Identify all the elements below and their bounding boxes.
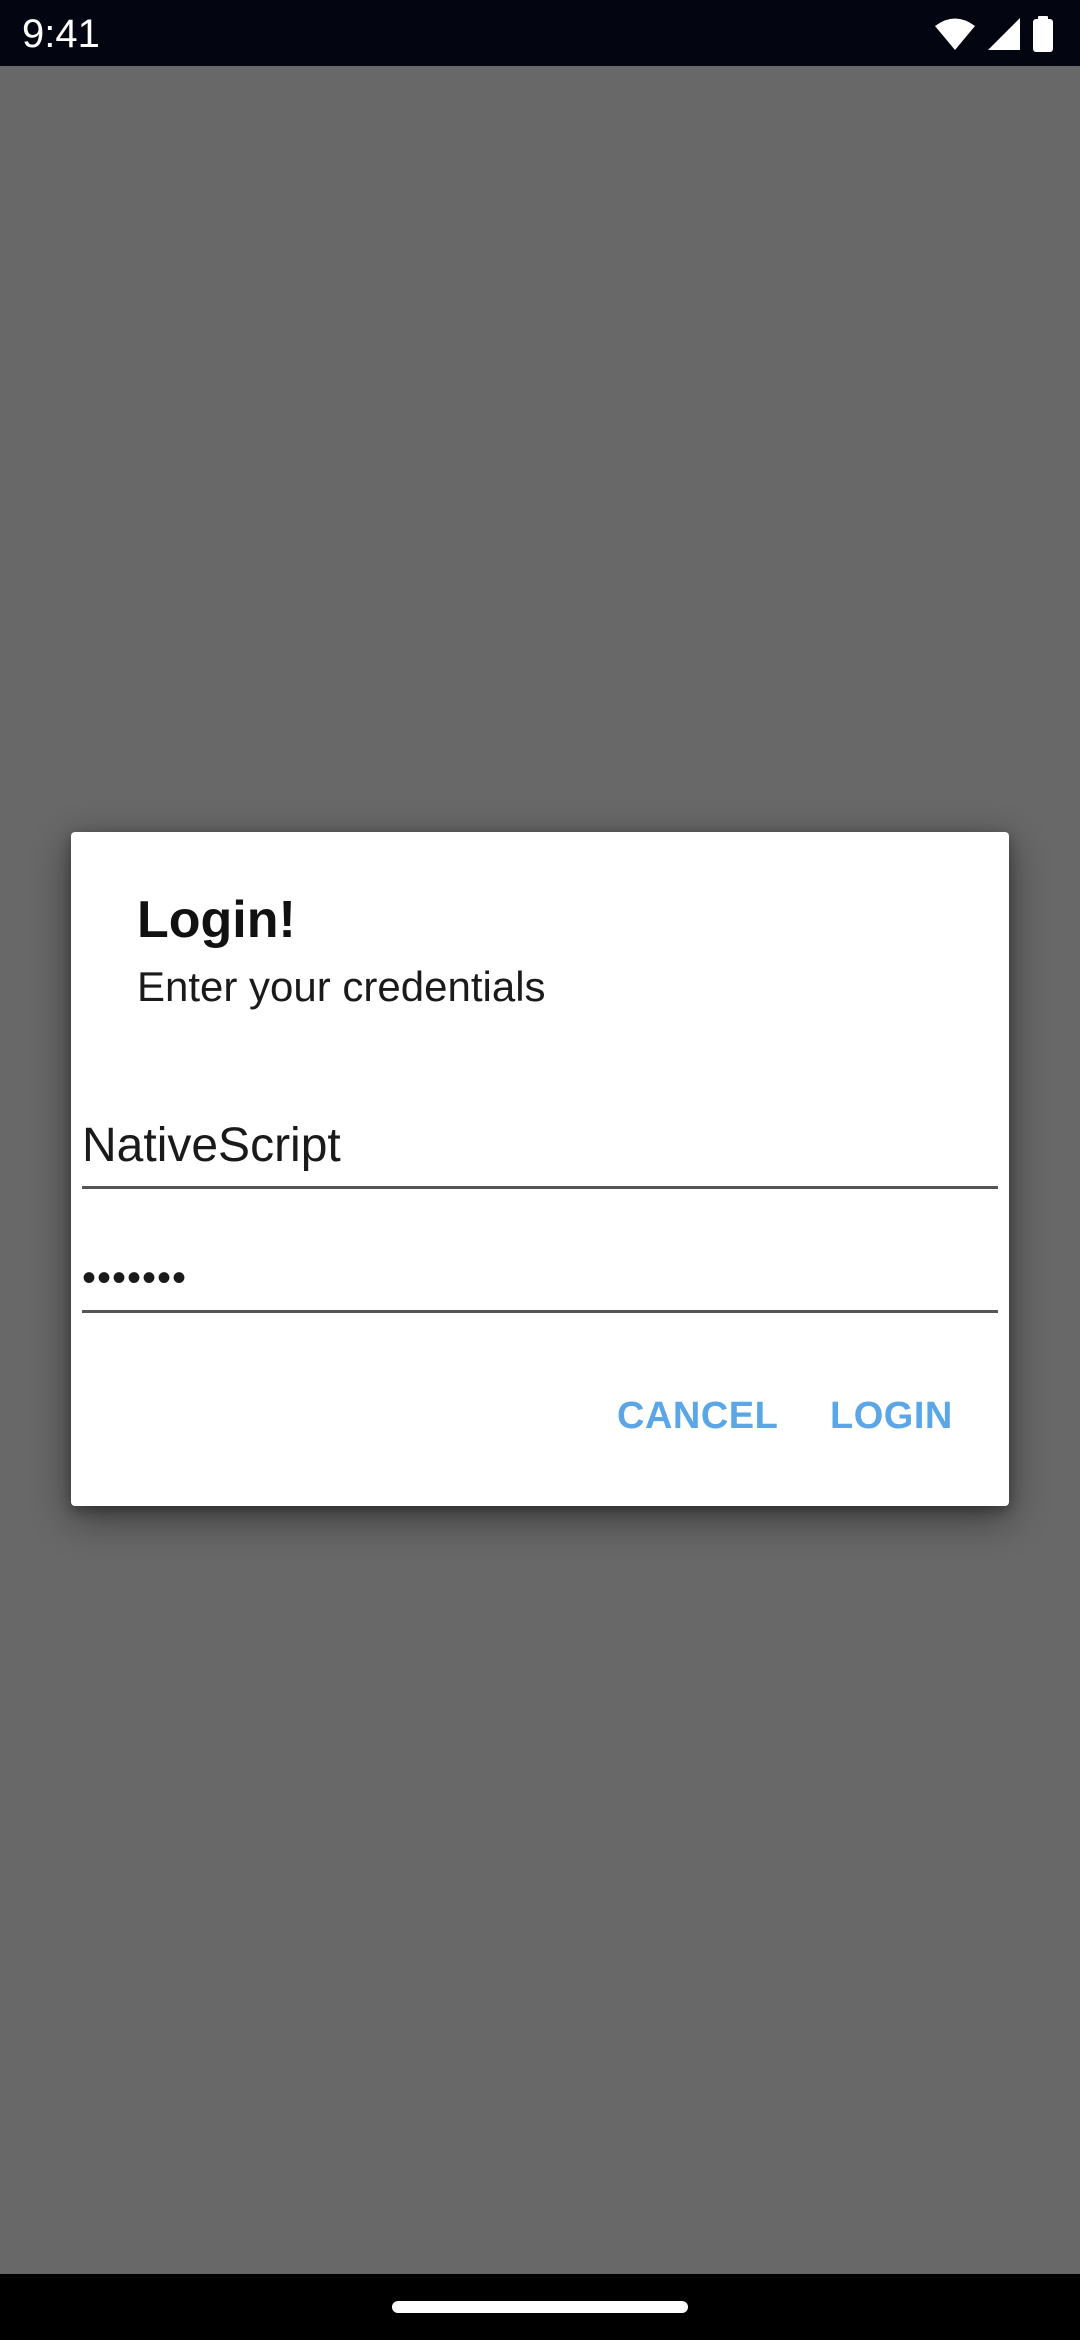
login-dialog: Login! Enter your credentials NativeScri… (71, 832, 1009, 1506)
cancel-button[interactable]: CANCEL (617, 1392, 778, 1440)
dialog-message: Enter your credentials (137, 963, 546, 1010)
password-value: ••••••• (82, 1256, 188, 1300)
dialog-title: Login! (137, 891, 296, 949)
password-input[interactable]: ••••••• (82, 1246, 998, 1313)
status-icons (934, 14, 1054, 54)
username-value: NativeScript (82, 1119, 341, 1172)
signal-icon (986, 17, 1022, 51)
navigation-bar (0, 2274, 1080, 2340)
status-time: 9:41 (22, 12, 100, 56)
battery-icon (1032, 16, 1054, 52)
screen: 9:41 Login! Enter your credentials Nativ… (0, 0, 1080, 2340)
status-bar: 9:41 (0, 0, 1080, 66)
home-gesture-handle[interactable] (392, 2301, 688, 2313)
username-input[interactable]: NativeScript (82, 1118, 998, 1189)
login-button[interactable]: LOGIN (830, 1392, 953, 1440)
wifi-icon (934, 17, 976, 51)
